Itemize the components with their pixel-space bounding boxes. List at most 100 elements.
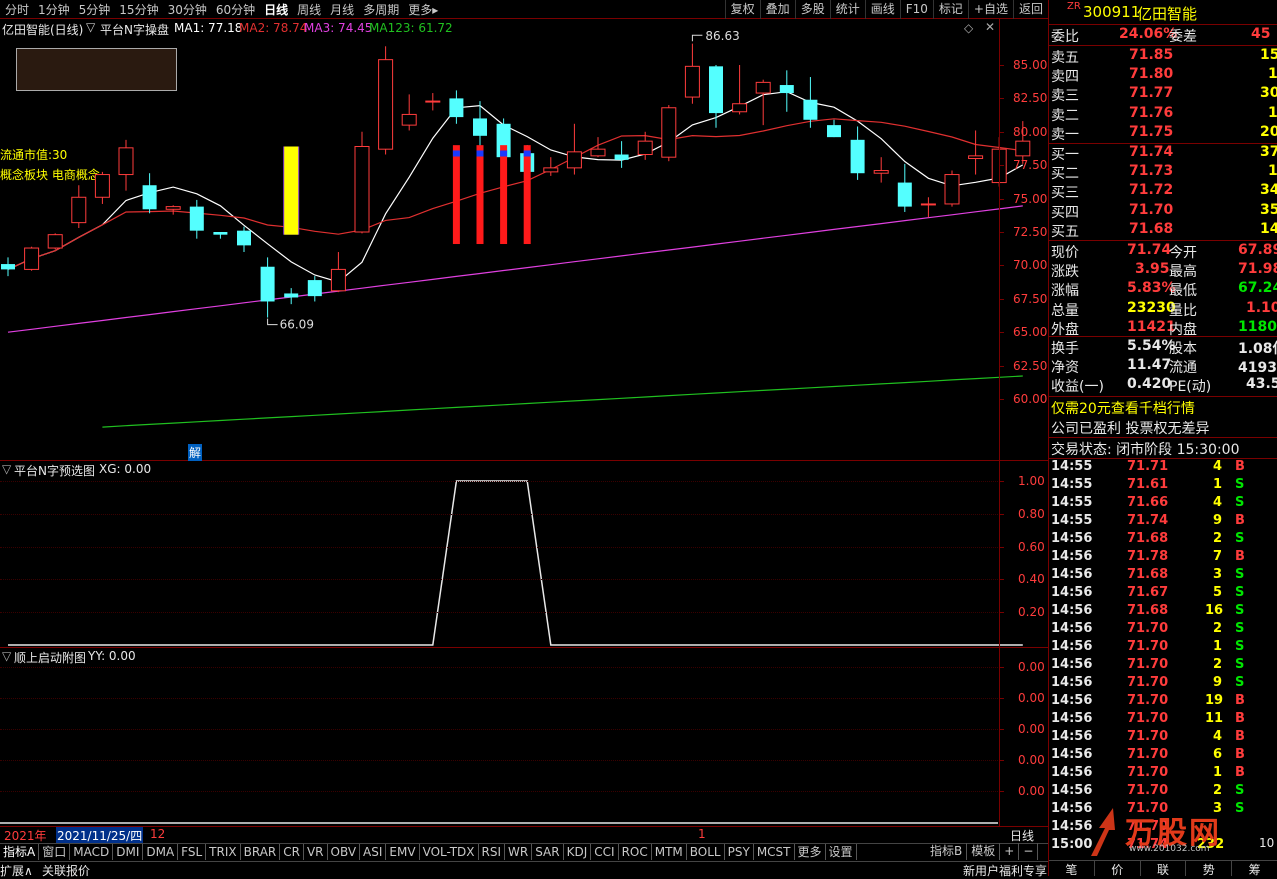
book-row[interactable]: 卖五 71.85 15 [1049, 47, 1277, 66]
tick-price: 71.66 [1127, 495, 1169, 510]
indicator-tab[interactable]: SAR [532, 844, 564, 860]
indicator-tab[interactable]: KDJ [564, 844, 592, 860]
tick-price: 71.70 [1127, 729, 1169, 744]
indicator-tab[interactable]: ASI [360, 844, 387, 860]
tick-time: 14:55 [1051, 513, 1093, 528]
tick-price: 71.68 [1127, 603, 1169, 618]
side-tab[interactable]: 势 [1186, 861, 1233, 877]
candle [47, 233, 63, 250]
period-tab[interactable]: 15分钟 [114, 1, 162, 18]
indicator-tab[interactable]: VR [304, 844, 328, 860]
book-row[interactable]: 卖一 71.75 20 [1049, 124, 1277, 143]
book-row[interactable]: 买四 71.70 35 [1049, 202, 1277, 221]
ad-1[interactable]: 仅需20元查看千档行情 [1049, 398, 1277, 417]
quote-row: 涨幅5.83%最低67.24 [1049, 280, 1277, 299]
toolbar-button[interactable]: +自选 [967, 0, 1013, 19]
expand-button[interactable]: 扩展∧ [0, 862, 33, 879]
tick-row: 14:56 71.70 6 B [1049, 747, 1277, 765]
side-tab[interactable]: 筹 [1232, 861, 1277, 877]
toolbar-button[interactable]: 复权 [724, 0, 760, 19]
indicator-tab[interactable]: VOL-TDX [420, 844, 479, 860]
platform-signal-bar [284, 146, 299, 235]
tick-row: 14:55 71.66 4 S [1049, 495, 1277, 513]
indicator-tab[interactable]: EMV [386, 844, 420, 860]
tick-price: 71.71 [1127, 459, 1169, 474]
quote-value: 67.89 [1238, 242, 1277, 258]
indicator-tab[interactable]: DMI [113, 844, 144, 860]
period-tab[interactable]: 30分钟 [163, 1, 211, 18]
indicator-tab[interactable]: BRAR [241, 844, 281, 860]
tick-volume: 2 [1213, 657, 1223, 672]
book-row[interactable]: 卖三 71.77 30 [1049, 85, 1277, 104]
period-tab[interactable]: 多周期 [358, 1, 403, 18]
book-row[interactable]: 卖二 71.76 1 [1049, 105, 1277, 124]
candle [94, 171, 110, 204]
quote-row: 净资 11.47流通 4193万 [1049, 357, 1277, 376]
toolbar-button[interactable]: F10 [899, 0, 933, 19]
linked-quote-button[interactable]: 关联报价 [42, 862, 90, 879]
indicator-tab[interactable]: ROC [619, 844, 652, 860]
indicator-tab[interactable]: 更多 [795, 844, 826, 860]
tick-volume: 16 [1205, 603, 1224, 618]
indicator-tab[interactable]: CR [280, 844, 304, 860]
side-tab[interactable]: 笔 [1049, 861, 1095, 877]
indicator-tab-right[interactable]: 模板 [967, 843, 1001, 860]
indicator-tab[interactable]: PSY [725, 844, 754, 860]
tick-side: S [1235, 585, 1245, 600]
period-tab[interactable]: 1分钟 [33, 1, 74, 18]
kline-chart-panel[interactable]: 亿田智能(日线) ▽ 平台N字操盘 MA1: 77.18 MA2: 78.74 … [0, 19, 1048, 461]
toolbar-button[interactable]: 叠加 [759, 0, 795, 19]
indicator-tab[interactable]: 窗口 [39, 844, 71, 860]
period-tab[interactable]: 更多▸ [403, 1, 442, 18]
indicator-tab-right[interactable]: + [1000, 843, 1020, 860]
toolbar-button[interactable]: 标记 [932, 0, 968, 19]
side-tab[interactable]: 联 [1141, 861, 1187, 877]
period-tab[interactable]: 周线 [292, 1, 325, 18]
tick-side: B [1235, 513, 1245, 528]
book-row[interactable]: 买一 71.74 37 [1049, 144, 1277, 163]
indicator-tab[interactable]: TRIX [206, 844, 241, 860]
book-row[interactable]: 买二 71.73 1 [1049, 163, 1277, 182]
indicator-tab[interactable]: MACD [70, 844, 114, 860]
period-label[interactable]: 日线 [1010, 827, 1034, 844]
period-tab[interactable]: 日线 [259, 1, 292, 18]
indicator-tab[interactable]: OBV [328, 844, 361, 860]
tick-side: B [1235, 549, 1245, 564]
book-price: 71.77 [1129, 85, 1174, 102]
indicator-tab[interactable]: MTM [652, 844, 687, 860]
ad-text-1[interactable]: 仅需20元查看千档行情 [1051, 398, 1195, 418]
toolbar-button[interactable]: 返回 [1012, 0, 1048, 19]
xg-subchart[interactable]: ▽ 平台N字预选图 XG: 0.00 1.00 0.80 0.60 0.40 0.20 [0, 461, 1048, 648]
indicator-tab[interactable]: 指标A [0, 844, 40, 860]
period-tab[interactable]: 月线 [325, 1, 358, 18]
yy-subchart[interactable]: ▽ 顺上启动附图 YY: 0.00 0.00 0.00 0.00 0.00 0.00 [0, 648, 1048, 826]
indicator-tab[interactable]: WR [505, 844, 533, 860]
indicator-tab[interactable]: 设置 [826, 844, 857, 860]
period-tab[interactable]: 分时 [0, 1, 33, 18]
toolbar-button[interactable]: 画线 [864, 0, 900, 19]
ad-2[interactable]: 公司已盈利 投票权无差异 [1049, 418, 1277, 437]
indicator-tab-right[interactable]: 指标B [926, 843, 968, 860]
tick-time: 14:56 [1051, 603, 1093, 618]
side-tab[interactable]: 价 [1095, 861, 1141, 877]
toolbar-button[interactable]: 统计 [829, 0, 865, 19]
toolbar-button[interactable]: 多股 [794, 0, 830, 19]
indicator-tab-right[interactable]: − [1019, 843, 1039, 860]
period-tab[interactable]: 60分钟 [211, 1, 259, 18]
indicator-tab[interactable]: DMA [143, 844, 179, 860]
book-row[interactable]: 买五 71.68 14 [1049, 221, 1277, 240]
newuser-link[interactable]: 新用户福利专享 [963, 862, 1047, 879]
tick-time: 14:55 [1051, 477, 1093, 492]
quote-row: 换手5.54%股本1.08亿 [1049, 338, 1277, 357]
tick-time: 14:56 [1051, 567, 1093, 582]
indicator-tab[interactable]: MCST [754, 844, 795, 860]
indicator-tab[interactable]: CCI [591, 844, 619, 860]
indicator-tab[interactable]: RSI [479, 844, 506, 860]
book-row[interactable]: 买三 71.72 34 [1049, 182, 1277, 201]
period-tab[interactable]: 5分钟 [74, 1, 115, 18]
candle [425, 93, 441, 111]
indicator-tab[interactable]: BOLL [687, 844, 725, 860]
indicator-tab[interactable]: FSL [178, 844, 207, 860]
ad-text-2[interactable]: 公司已盈利 投票权无差异 [1051, 418, 1209, 438]
book-row[interactable]: 卖四 71.80 1 [1049, 66, 1277, 85]
